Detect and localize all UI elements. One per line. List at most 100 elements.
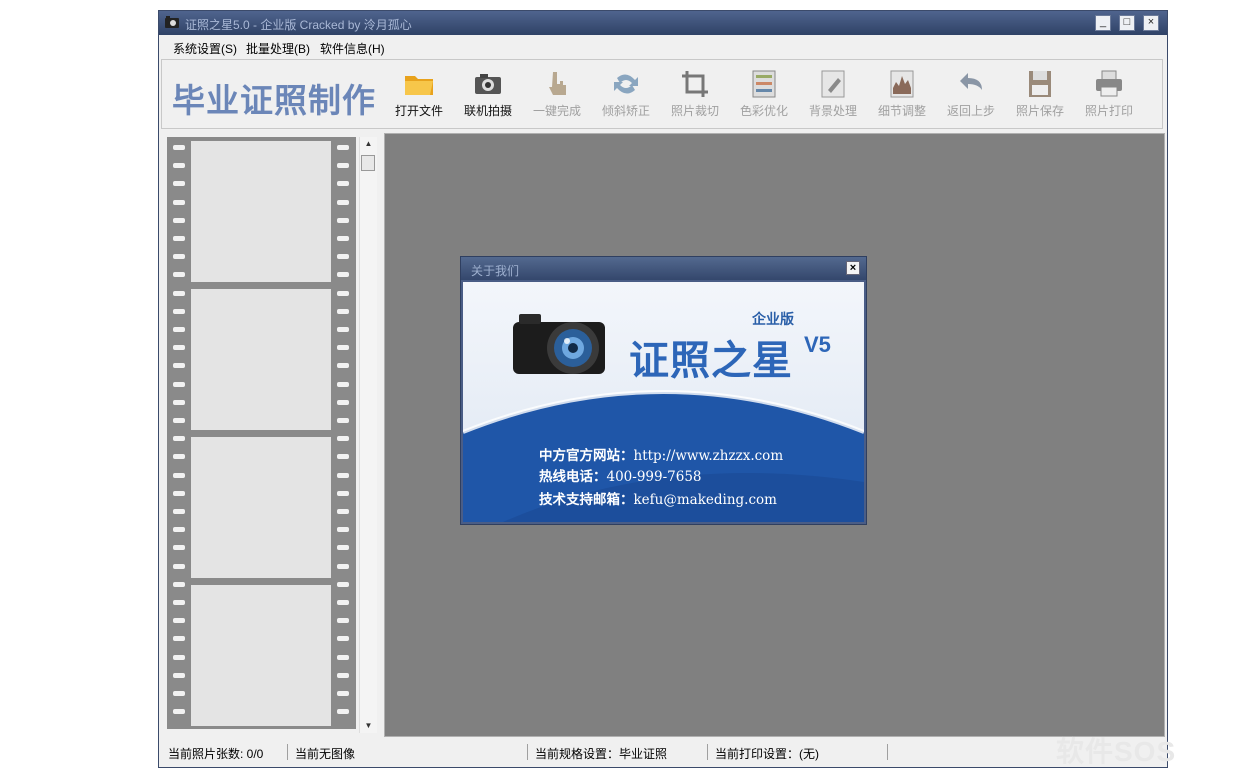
film-perforation (337, 163, 349, 168)
status-separator (527, 744, 528, 760)
menu-system-settings[interactable]: 系统设置(S) (173, 40, 237, 57)
film-perforation (173, 272, 185, 277)
about-version: V5 (804, 332, 831, 357)
background-label: 背景处理 (808, 104, 857, 118)
email-label: 技术支持邮箱： (539, 492, 634, 508)
detail-adjust-button[interactable]: 细节调整 (870, 68, 934, 124)
scroll-down-icon[interactable]: ▼ (360, 719, 377, 733)
printer-icon (1096, 70, 1122, 97)
skew-correct-button[interactable]: 倾斜矫正 (594, 68, 658, 124)
save-photo-label: 照片保存 (1015, 104, 1064, 118)
film-perforation (337, 473, 349, 478)
about-product-name: 证照之星 (629, 338, 793, 384)
camera-logo-icon (513, 314, 605, 374)
film-perforation (337, 218, 349, 223)
film-frame[interactable] (191, 141, 331, 282)
film-perforation (337, 454, 349, 459)
film-perforation (173, 545, 185, 550)
film-perforation (337, 181, 349, 186)
save-photo-button[interactable]: 照片保存 (1008, 68, 1072, 124)
about-dialog-title-bar[interactable]: 关于我们 × (461, 257, 866, 280)
about-banner: 企业版 证照之星 V5 中方官方网站：http://www.zhzzx.com … (463, 282, 864, 522)
undo-label: 返回上步 (946, 104, 995, 118)
skew-correct-label: 倾斜矫正 (601, 104, 650, 118)
film-perforation (337, 436, 349, 441)
film-perforation (337, 509, 349, 514)
status-spec: 当前规格设置：毕业证照 (535, 747, 668, 761)
film-perforation (173, 254, 185, 259)
capture-label: 联机拍摄 (463, 104, 512, 118)
film-perforation (173, 600, 185, 605)
crop-icon (682, 71, 708, 97)
floppy-disk-icon (1029, 71, 1051, 97)
about-hotline-row: 热线电话：400-999-7658 (539, 465, 702, 485)
status-separator (887, 744, 888, 760)
print-photo-button[interactable]: 照片打印 (1077, 68, 1141, 124)
film-perforation (173, 163, 185, 168)
film-perforation (173, 382, 185, 387)
maximize-button[interactable]: □ (1119, 15, 1135, 31)
status-photo-count: 当前照片张数: 0/0 (168, 747, 264, 761)
window-title: 证照之星5.0 - 企业版 Cracked by 泠月孤心 (185, 18, 412, 32)
detail-adjust-label: 细节调整 (877, 104, 926, 118)
one-click-button[interactable]: 一键完成 (525, 68, 589, 124)
film-perforation (173, 491, 185, 496)
email-link[interactable]: kefu@makeding.com (634, 492, 777, 508)
film-perforation (337, 200, 349, 205)
crop-button[interactable]: 照片裁切 (663, 68, 727, 124)
filmstrip-scrollbar[interactable]: ▲ ▼ (359, 137, 377, 733)
film-perforation (173, 454, 185, 459)
title-bar[interactable]: 证照之星5.0 - 企业版 Cracked by 泠月孤心 _ □ × (159, 11, 1167, 35)
film-perforation (173, 473, 185, 478)
film-perforation (173, 145, 185, 150)
capture-button[interactable]: 联机拍摄 (456, 68, 520, 124)
open-file-button[interactable]: 打开文件 (387, 68, 451, 124)
filmstrip-panel: ▲ ▼ (165, 133, 380, 738)
color-optimize-button[interactable]: 色彩优化 (732, 68, 796, 124)
about-edition: 企业版 (752, 311, 794, 327)
film-perforation (173, 200, 185, 205)
film-perforation (337, 291, 349, 296)
film-frame[interactable] (191, 437, 331, 578)
film-perforation (337, 691, 349, 696)
undo-button[interactable]: 返回上步 (939, 68, 1003, 124)
watermark: 软件SOS (1056, 736, 1177, 767)
website-link[interactable]: http://www.zhzzx.com (634, 448, 784, 464)
film-frame[interactable] (191, 289, 331, 430)
film-perforation (173, 709, 185, 714)
film-perforation (337, 636, 349, 641)
scroll-up-icon[interactable]: ▲ (360, 137, 377, 151)
film-perforation (337, 272, 349, 277)
menu-bar: 系统设置(S) 批量处理(B) 软件信息(H) (159, 35, 1167, 57)
status-separator (287, 744, 288, 760)
about-close-button[interactable]: × (846, 261, 860, 275)
minimize-button[interactable]: _ (1095, 15, 1111, 31)
folder-icon (405, 76, 433, 95)
film-perforation (337, 363, 349, 368)
film-perforation (337, 309, 349, 314)
film-perforation (337, 564, 349, 569)
undo-icon (960, 73, 982, 90)
film-perforation (337, 345, 349, 350)
background-button[interactable]: 背景处理 (801, 68, 865, 124)
scroll-thumb[interactable] (361, 155, 375, 171)
film-frame[interactable] (191, 585, 331, 726)
histogram-icon (890, 70, 914, 98)
film-perforation (173, 363, 185, 368)
close-button[interactable]: × (1143, 15, 1159, 31)
film-perforation (173, 400, 185, 405)
film-perforation (337, 673, 349, 678)
film-perforation (173, 527, 185, 532)
film-perforation (173, 181, 185, 186)
color-optimize-label: 色彩优化 (739, 104, 788, 118)
rotate-icon (614, 74, 638, 94)
about-website-row: 中方官方网站：http://www.zhzzx.com (539, 444, 783, 464)
menu-software-info[interactable]: 软件信息(H) (320, 40, 385, 57)
background-brush-icon (821, 70, 845, 98)
crop-label: 照片裁切 (670, 104, 719, 118)
filmstrip (167, 137, 356, 729)
film-perforation (337, 527, 349, 532)
film-perforation (173, 218, 185, 223)
menu-batch-processing[interactable]: 批量处理(B) (246, 40, 310, 57)
film-perforation (337, 145, 349, 150)
